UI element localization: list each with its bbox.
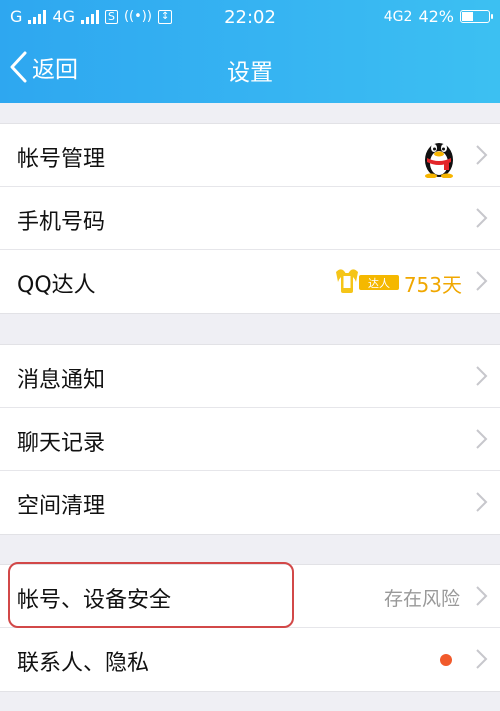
row-storage-cleanup[interactable]: 空间清理: [0, 471, 500, 534]
qq-master-badge-icon: 达人: [336, 269, 399, 293]
page-title: 设置: [227, 60, 273, 86]
row-message-notifications[interactable]: 消息通知: [0, 345, 500, 408]
row-account-device-security[interactable]: 帐号、设备安全 存在风险: [0, 565, 500, 628]
settings-group-account: 帐号管理 手机号码 QQ达人 达人 753天: [0, 123, 500, 314]
avatar: [425, 143, 453, 178]
header: G 4G S ((•)) ↕ 22:02 4G2 42% 返回 设置: [0, 0, 500, 103]
row-account-management[interactable]: 帐号管理: [0, 124, 500, 187]
chevron-right-icon: [476, 145, 488, 165]
row-label: 帐号管理: [17, 147, 106, 172]
row-label: 帐号、设备安全: [17, 588, 172, 613]
badge-text: 达人: [368, 277, 390, 290]
row-label: 手机号码: [17, 210, 106, 235]
row-contacts-privacy[interactable]: 联系人、隐私: [0, 628, 500, 691]
row-phone-number[interactable]: 手机号码: [0, 187, 500, 250]
status-right: 4G2 42%: [383, 7, 493, 26]
status-bar: G 4G S ((•)) ↕ 22:02 4G2 42%: [0, 0, 500, 36]
chevron-right-icon: [476, 649, 488, 669]
network-indicator: 4G2: [383, 8, 413, 25]
chevron-right-icon: [476, 492, 488, 512]
chevron-right-icon: [476, 586, 488, 606]
row-label: 联系人、隐私: [17, 651, 150, 676]
risk-status: 存在风险: [383, 588, 460, 610]
notification-dot: [440, 654, 452, 666]
row-qq-master[interactable]: QQ达人 达人 753天: [0, 250, 500, 313]
settings-group-security: 帐号、设备安全 存在风险 联系人、隐私: [0, 564, 500, 692]
row-chat-history[interactable]: 聊天记录: [0, 408, 500, 471]
row-label: 消息通知: [17, 368, 106, 393]
chevron-right-icon: [476, 366, 488, 386]
chevron-right-icon: [476, 271, 488, 291]
row-label: QQ达人: [17, 273, 96, 298]
row-label: 聊天记录: [17, 431, 106, 456]
chevron-right-icon: [476, 208, 488, 228]
nav-bar: 返回 设置: [0, 36, 500, 103]
settings-group-general: 消息通知 聊天记录 空间清理: [0, 344, 500, 535]
battery-icon: [460, 10, 493, 23]
master-days: 753天: [403, 273, 462, 297]
chevron-right-icon: [476, 429, 488, 449]
battery-percent: 42%: [418, 7, 454, 26]
row-label: 空间清理: [17, 494, 106, 519]
